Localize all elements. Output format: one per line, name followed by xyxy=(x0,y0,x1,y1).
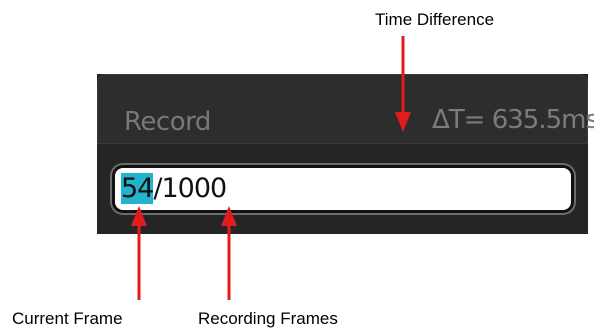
frame-readout: 54/1000 xyxy=(121,173,227,205)
recording-frames-arrow-icon xyxy=(221,206,237,300)
current-frame-value: 54 xyxy=(121,173,154,204)
current-frame-annotation: Current Frame xyxy=(12,309,123,328)
recording-frames-value: 1000 xyxy=(161,173,227,204)
frame-field[interactable]: 54/1000 xyxy=(115,168,571,210)
delta-time-readout: ΔT= 635.5ms xyxy=(432,105,594,135)
time-difference-arrow-icon xyxy=(395,36,411,132)
record-panel-header: Record ΔT= 635.5ms xyxy=(97,74,594,144)
time-difference-annotation: Time Difference xyxy=(375,10,495,29)
recording-frames-annotation: Recording Frames xyxy=(198,309,338,328)
record-panel: Record ΔT= 635.5ms 54/1000 xyxy=(97,74,594,234)
record-title: Record xyxy=(124,107,211,137)
current-frame-arrow-icon xyxy=(131,206,147,300)
